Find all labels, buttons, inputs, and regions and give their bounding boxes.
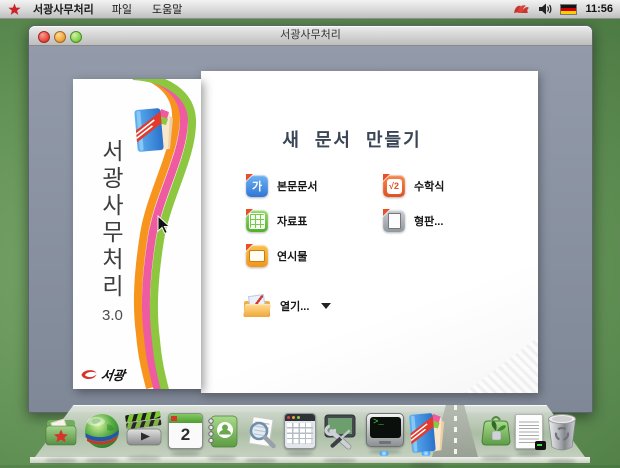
version-label: 3.0 <box>102 307 123 324</box>
sidebar-vertical-title: 서광사무처리 <box>99 139 122 301</box>
sogwang-book-icon <box>131 105 175 155</box>
red-star-icon[interactable] <box>8 3 21 16</box>
menu-app-name[interactable]: 서광사무처리 <box>33 1 94 17</box>
option-presentation[interactable]: 연시물 <box>246 245 307 267</box>
data-table-icon <box>246 210 268 232</box>
dock-item-contacts[interactable] <box>204 413 240 454</box>
calendar-icon: 2 <box>168 413 203 449</box>
sogwang-logo: 서광 <box>79 365 125 384</box>
plant-folder-icon <box>478 413 514 449</box>
mouse-cursor <box>157 215 172 235</box>
contacts-icon <box>204 413 240 449</box>
option-data-table[interactable]: 자료표 <box>246 210 307 232</box>
cover-panel: 서광사무처리 3.0 서광 <box>73 79 201 389</box>
terminal-prompt: >_ <box>373 417 384 427</box>
desktop: { "colors": { "desktop_green": "#639256"… <box>0 0 620 465</box>
text-document-icon: 가 <box>246 175 268 197</box>
option-template[interactable]: 형판... <box>383 210 443 232</box>
corner-texture <box>464 337 538 393</box>
menu-clock[interactable]: 11:56 <box>585 3 613 15</box>
open-button[interactable]: 열기... <box>244 295 331 317</box>
dropdown-caret-icon <box>321 303 331 309</box>
presentation-icon <box>246 245 268 267</box>
corner-fold-icon <box>245 209 254 218</box>
dock-item-trash[interactable] <box>545 412 579 457</box>
dock-item-plant-folder[interactable] <box>478 413 514 454</box>
corner-fold-icon <box>245 174 254 183</box>
menu-item-file[interactable]: 파일 <box>110 1 134 17</box>
dock-item-web-browser[interactable] <box>82 411 122 456</box>
folder-open-icon <box>244 295 270 317</box>
menu-bar: 서광사무처리 파일 도움말 11:56 <box>0 0 620 19</box>
trash-icon <box>545 412 579 452</box>
corner-fold-icon <box>245 244 254 253</box>
calendar-date: 2 <box>169 423 202 447</box>
dock-item-media-player[interactable] <box>124 411 164 454</box>
sogwang-office-icon <box>406 410 446 456</box>
dock-item-system-settings[interactable] <box>320 411 360 456</box>
template-icon <box>383 210 405 232</box>
speaker-icon[interactable] <box>538 3 552 15</box>
app-window: 서광사무처리 새 문서 만들기 가 본문문서 √2 수학식 자료표 형판... … <box>28 25 593 413</box>
option-text-document[interactable]: 가 본문문서 <box>246 175 317 197</box>
dock-item-file-search[interactable] <box>242 413 280 456</box>
system-settings-icon <box>320 411 360 451</box>
corner-fold-icon <box>382 174 391 183</box>
menu-item-help[interactable]: 도움말 <box>150 1 184 17</box>
media-player-icon <box>124 411 164 449</box>
running-indicator <box>378 451 390 456</box>
web-browser-icon <box>82 411 122 451</box>
corner-fold-icon <box>382 209 391 218</box>
new-document-panel: 새 문서 만들기 가 본문문서 √2 수학식 자료표 형판... 연시물 열기.… <box>201 71 538 393</box>
german-flag-icon[interactable] <box>560 4 577 15</box>
terminal-icon: >_ <box>366 413 404 447</box>
documents-icon <box>42 413 80 451</box>
running-indicator <box>420 451 432 456</box>
text-editor-icon <box>515 414 543 449</box>
dialog-heading: 새 문서 만들기 <box>227 126 477 152</box>
calculator-icon <box>284 413 316 449</box>
dock-item-calendar[interactable]: 2 <box>168 413 203 449</box>
window-titlebar[interactable]: 서광사무처리 <box>29 26 592 46</box>
logo-swoosh-icon <box>79 367 99 382</box>
dock-item-terminal[interactable]: >_ <box>366 413 404 447</box>
file-search-icon <box>242 413 280 451</box>
option-math-formula[interactable]: √2 수학식 <box>383 175 444 197</box>
dock-item-calculator[interactable] <box>284 413 316 449</box>
dock-item-documents[interactable] <box>42 413 80 456</box>
dock-item-text-editor[interactable] <box>515 414 543 449</box>
window-title: 서광사무처리 <box>29 26 592 45</box>
red-flag-icon[interactable] <box>513 3 530 15</box>
math-formula-icon: √2 <box>383 175 405 197</box>
